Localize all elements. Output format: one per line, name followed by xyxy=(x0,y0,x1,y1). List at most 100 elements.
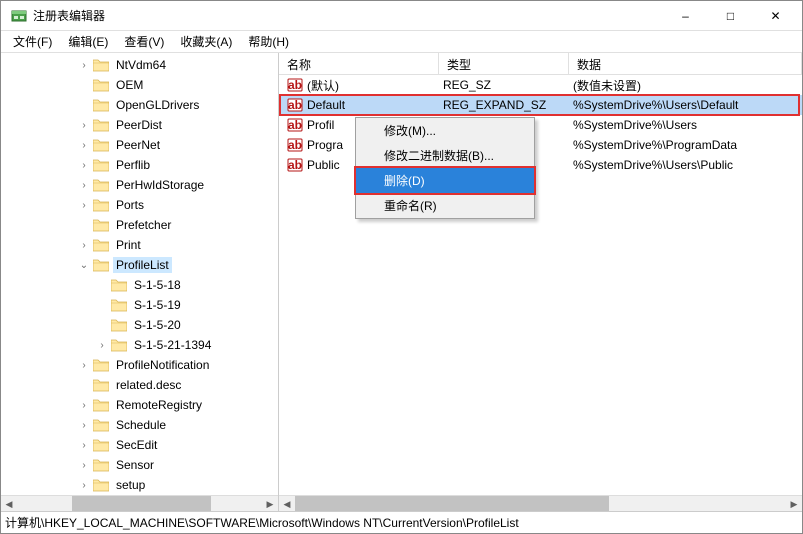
toggle-spacer xyxy=(77,78,91,92)
context-rename[interactable]: 重命名(R) xyxy=(356,193,534,218)
chevron-down-icon[interactable]: ⌄ xyxy=(77,258,91,272)
tree-label: S-1-5-21-1394 xyxy=(131,337,214,353)
tree-item[interactable]: ›Schedule xyxy=(5,415,278,435)
toggle-spacer xyxy=(77,378,91,392)
chevron-right-icon[interactable]: › xyxy=(77,418,91,432)
menu-file[interactable]: 文件(F) xyxy=(5,31,60,52)
column-name[interactable]: 名称 xyxy=(279,53,439,74)
folder-icon xyxy=(93,239,109,252)
tree-label: setup xyxy=(113,477,148,493)
scroll-right-icon[interactable]: ▶ xyxy=(786,496,802,512)
tree-label: S-1-5-19 xyxy=(131,297,184,313)
chevron-right-icon[interactable]: › xyxy=(77,138,91,152)
chevron-right-icon[interactable]: › xyxy=(77,358,91,372)
list-row[interactable]: abDefaultREG_EXPAND_SZ%SystemDrive%\User… xyxy=(279,95,802,115)
menu-favorites[interactable]: 收藏夹(A) xyxy=(172,31,240,52)
folder-icon xyxy=(93,399,109,412)
menu-view[interactable]: 查看(V) xyxy=(116,31,172,52)
chevron-right-icon[interactable]: › xyxy=(77,398,91,412)
list-row[interactable]: ab(默认)REG_SZ(数值未设置) xyxy=(279,75,802,95)
tree-item[interactable]: ›PerHwIdStorage xyxy=(5,175,278,195)
tree-item[interactable]: ›SecEdit xyxy=(5,435,278,455)
tree-item[interactable]: ›PeerNet xyxy=(5,135,278,155)
value-name: Default xyxy=(307,98,345,112)
tree-item[interactable]: › setup xyxy=(5,475,278,495)
tree-item[interactable]: OpenGLDrivers xyxy=(5,95,278,115)
chevron-right-icon[interactable]: › xyxy=(77,438,91,452)
string-value-icon: ab xyxy=(287,137,303,153)
menu-edit[interactable]: 编辑(E) xyxy=(60,31,116,52)
column-data[interactable]: 数据 xyxy=(569,53,802,74)
chevron-right-icon[interactable]: › xyxy=(77,158,91,172)
tree-label: Perflib xyxy=(113,157,153,173)
tree-item[interactable]: S-1-5-19 xyxy=(5,295,278,315)
maximize-button[interactable]: □ xyxy=(708,1,753,31)
folder-icon xyxy=(93,159,109,172)
tree-label: Prefetcher xyxy=(113,217,174,233)
context-modify[interactable]: 修改(M)... xyxy=(356,118,534,143)
chevron-right-icon[interactable]: › xyxy=(77,478,91,492)
folder-icon xyxy=(93,359,109,372)
context-modify-binary[interactable]: 修改二进制数据(B)... xyxy=(356,143,534,168)
folder-icon xyxy=(93,139,109,152)
tree-scroll[interactable]: › NtVdm64 OEM OpenGLDrivers›PeerDist›PeerNe… xyxy=(1,53,278,511)
tree-item[interactable]: ›Print xyxy=(5,235,278,255)
chevron-right-icon[interactable]: › xyxy=(77,178,91,192)
tree-label: related.desc xyxy=(113,377,184,393)
string-value-icon: ab xyxy=(287,77,303,93)
menu-help[interactable]: 帮助(H) xyxy=(240,31,297,52)
tree-label: S-1-5-18 xyxy=(131,277,184,293)
tree-item[interactable]: ›PeerDist xyxy=(5,115,278,135)
toggle-spacer xyxy=(95,298,109,312)
value-data: %SystemDrive%\Users\Default xyxy=(569,98,802,112)
list-h-scrollbar[interactable]: ◀ ▶ xyxy=(279,495,802,511)
chevron-right-icon[interactable]: › xyxy=(77,198,91,212)
svg-text:ab: ab xyxy=(288,118,302,132)
chevron-right-icon[interactable]: › xyxy=(95,338,109,352)
minimize-button[interactable]: – xyxy=(663,1,708,31)
tree-item[interactable]: ⌄ProfileList xyxy=(5,255,278,275)
tree-label: OEM xyxy=(113,77,146,93)
tree-h-scrollbar[interactable]: ◀ ▶ xyxy=(1,495,278,511)
toggle-spacer xyxy=(95,318,109,332)
tree-item[interactable]: ›RemoteRegistry xyxy=(5,395,278,415)
scroll-thumb[interactable] xyxy=(295,496,609,511)
app-icon xyxy=(11,8,27,24)
close-button[interactable]: ✕ xyxy=(753,1,798,31)
chevron-right-icon[interactable]: › xyxy=(77,238,91,252)
tree-label: Sensor xyxy=(113,457,157,473)
tree-item[interactable]: related.desc xyxy=(5,375,278,395)
context-delete[interactable]: 删除(D) xyxy=(354,166,536,195)
tree-item[interactable]: ›Ports xyxy=(5,195,278,215)
value-name: Progra xyxy=(307,138,343,152)
scroll-left-icon[interactable]: ◀ xyxy=(1,496,17,511)
tree-item[interactable]: S-1-5-20 xyxy=(5,315,278,335)
tree-item[interactable]: › S-1-5-21-1394 xyxy=(5,335,278,355)
tree-item[interactable]: ›ProfileNotification xyxy=(5,355,278,375)
tree-item[interactable]: › Perflib xyxy=(5,155,278,175)
scroll-thumb[interactable] xyxy=(72,496,211,511)
chevron-right-icon[interactable]: › xyxy=(77,458,91,472)
column-type[interactable]: 类型 xyxy=(439,53,569,74)
tree-item[interactable]: S-1-5-18 xyxy=(5,275,278,295)
value-data: %SystemDrive%\Users xyxy=(569,118,802,132)
value-name: Profil xyxy=(307,118,334,132)
value-data: %SystemDrive%\ProgramData xyxy=(569,138,802,152)
tree-item[interactable]: Prefetcher xyxy=(5,215,278,235)
tree-item[interactable]: › Sensor xyxy=(5,455,278,475)
tree-label: NtVdm64 xyxy=(113,57,169,73)
chevron-right-icon[interactable]: › xyxy=(77,58,91,72)
tree-pane: › NtVdm64 OEM OpenGLDrivers›PeerDist›PeerNe… xyxy=(1,53,279,511)
tree-item[interactable]: OEM xyxy=(5,75,278,95)
svg-text:ab: ab xyxy=(288,78,302,92)
toggle-spacer xyxy=(77,98,91,112)
folder-icon xyxy=(93,379,109,392)
string-value-icon: ab xyxy=(287,157,303,173)
scroll-right-icon[interactable]: ▶ xyxy=(262,496,278,511)
value-data: %SystemDrive%\Users\Public xyxy=(569,158,802,172)
list-body[interactable]: ab(默认)REG_SZ(数值未设置)abDefaultREG_EXPAND_S… xyxy=(279,75,802,495)
chevron-right-icon[interactable]: › xyxy=(77,118,91,132)
svg-text:ab: ab xyxy=(288,158,302,172)
tree-item[interactable]: › NtVdm64 xyxy=(5,55,278,75)
scroll-left-icon[interactable]: ◀ xyxy=(279,496,295,512)
